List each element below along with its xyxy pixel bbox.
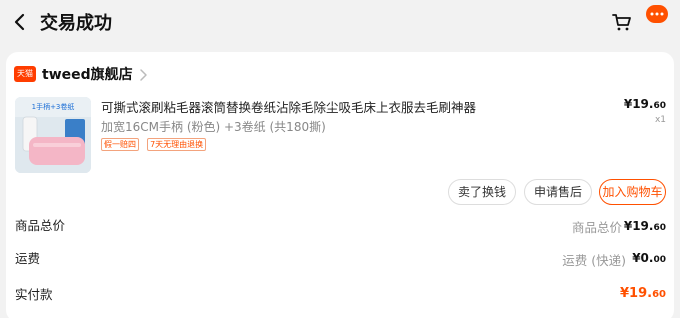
back-arrow-icon[interactable] [10,11,30,33]
paid-label: 实付款 [15,287,53,302]
product-title[interactable]: 可撕式滚刷粘毛器滚筒替换卷纸沾除毛除尘吸毛床上衣服去毛刷神器 [101,97,476,116]
image-caption: 1手柄+3卷纸 [32,102,75,111]
order-card: 天猫 tweed旗舰店 1手柄+3卷纸 可撕式滚刷粘毛器滚筒替换卷纸沾除毛除尘吸… [6,52,674,318]
shipping-sub: 运费 (快递) [562,253,626,268]
product-price: ¥19.60 [623,97,666,111]
more-dots-icon [650,12,664,16]
store-name[interactable]: tweed旗舰店 [42,64,133,84]
sell-for-cash-button[interactable]: 卖了换钱 [448,179,516,205]
add-to-cart-button[interactable]: 加入购物车 [599,179,666,205]
shipping-label: 运费 [15,251,41,266]
shipping-value: ¥0.00 [632,251,666,265]
tag-7day-return: 7天无理由退换 [147,138,207,151]
store-row[interactable]: 天猫 tweed旗舰店 [14,65,314,85]
more-menu-button[interactable] [646,5,668,23]
lint-roller-image: 1手柄+3卷纸 [15,97,91,173]
goods-total-sub: 商品总价 [571,220,622,235]
chevron-right-icon [140,69,147,81]
product-sku: 加宽16CM手柄 (粉色) +3卷纸 (共180撕) [101,120,326,134]
top-bar: 交易成功 [0,0,680,44]
tmall-logo: 天猫 [14,66,36,82]
page-title: 交易成功 [40,13,112,34]
product-image[interactable]: 1手柄+3卷纸 [15,97,91,173]
product-quantity: x1 [654,115,666,125]
tag-fake-compensation: 假一赔四 [101,138,139,151]
goods-total-value: ¥19.60 [623,219,666,233]
paid-value: ¥19.60 [620,286,666,301]
after-sale-button[interactable]: 申请售后 [524,179,592,205]
goods-total-label: 商品总价 [15,218,66,233]
product-tags: 假一赔四 7天无理由退换 [101,138,209,151]
cart-icon[interactable] [610,10,634,34]
